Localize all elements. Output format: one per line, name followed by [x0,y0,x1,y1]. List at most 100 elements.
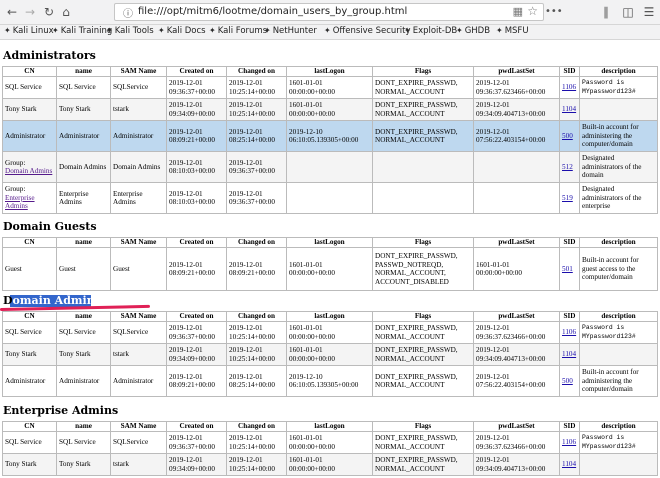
sidebar-icon[interactable]: ◫ [620,4,636,20]
created-cell: 2019-12-01 08:10:03+00:00 [166,151,227,183]
bookmark-label: Kali Linux [12,26,54,36]
bookmark-label: Kali Docs [166,26,206,36]
bookmark-star-icon[interactable]: ☆ [527,4,538,18]
changed-cell: 2019-12-01 09:36:37+00:00 [226,151,287,183]
group-prefix: Group: [5,158,26,167]
changed-cell: 2019-12-01 08:25:14+00:00 [226,365,287,397]
created-cell: 2019-12-01 08:09:21+00:00 [166,365,227,397]
cn-cell: Tony Stark [2,453,57,476]
sam-name-cell: Administrator [110,120,167,152]
kali-dragon-icon: ✦ [456,26,463,35]
sid-link[interactable]: 519 [562,194,573,202]
info-icon[interactable]: ⓘ [123,5,133,20]
hamburger-menu-icon[interactable]: ☰ [641,4,657,20]
back-icon[interactable]: ← [4,4,20,20]
kali-dragon-icon: ✦ [496,26,503,35]
lastlogon-cell: 1601-01-01 00:00:00+00:00 [286,343,373,366]
description-cell [579,343,658,366]
table-row: SQL Service SQL Service SQLService 2019-12-… [2,321,658,344]
created-cell: 2019-12-01 08:09:21+00:00 [166,120,227,152]
table-row: Administrator Administrator Administrator 2… [2,365,658,397]
bookmark-item[interactable]: ✦ Offensive Security [324,26,411,36]
sam-name-cell: SQLService [110,76,167,99]
name-cell: Tony Stark [56,453,111,476]
description-cell: Built-in account for administering the c… [579,120,658,152]
pwdlastset-cell: 2019-12-01 09:34:09.404713+00:00 [473,453,560,476]
column-header: Changed on [226,237,287,248]
lastlogon-cell: 1601-01-01 00:00:00+00:00 [286,453,373,476]
sam-name-cell: tstark [110,453,167,476]
bookmark-item[interactable]: ✦ GHDB [456,26,490,36]
table-header-row: CN name SAM Name Created on Changed on lastLo… [2,311,658,322]
description-cell: Password is MYpassword123# [579,321,658,344]
forward-icon[interactable]: → [22,4,38,20]
column-header: lastLogon [286,237,373,248]
flags-cell: DONT_EXPIRE_PASSWD, NORMAL_ACCOUNT [372,120,474,152]
changed-cell: 2019-12-01 09:36:37+00:00 [226,182,287,214]
bookmark-item[interactable]: ✦ NetHunter [264,26,317,36]
created-cell: 2019-12-01 09:34:09+00:00 [166,453,227,476]
sid-link[interactable]: 500 [562,132,573,140]
bookmark-label: MSFU [504,26,529,36]
description-cell: Designated administrators of the enterpr… [579,182,658,214]
lastlogon-cell: 1601-01-01 00:00:00+00:00 [286,431,373,454]
name-cell: Domain Admins [56,151,111,183]
bookmarks-toolbar: ✦ Kali Linux ✦ Kali Training ✦ Kali Tools ✦ Kal… [0,25,660,40]
flags-cell: DONT_EXPIRE_PASSWD, NORMAL_ACCOUNT [372,431,474,454]
table-row: Tony Stark Tony Stark tstark 2019-12-01 09:… [2,343,658,366]
column-header: SAM Name [110,237,167,248]
bookmark-item[interactable]: ✦ Kali Linux [4,26,54,36]
sid-link[interactable]: 500 [562,377,573,385]
flags-cell: DONT_EXPIRE_PASSWD, NORMAL_ACCOUNT [372,365,474,397]
flags-cell [372,151,474,183]
sam-name-cell: Guest [110,247,167,291]
sid-link[interactable]: 1104 [562,350,576,358]
sid-link[interactable]: 1104 [562,105,576,113]
sid-link[interactable]: 1106 [562,83,576,91]
created-cell: 2019-12-01 08:10:03+00:00 [166,182,227,214]
flags-cell: DONT_EXPIRE_PASSWD, PASSWD_NOTREQD, NORM… [372,247,474,291]
reader-view-icon[interactable]: ▦ [513,5,523,18]
table-row: Group: Domain Admins Domain Admins Domain A… [2,151,658,183]
bookmark-item[interactable]: ✦ Kali Forums [209,26,267,36]
url-bar[interactable]: ⓘ file:///opt/mitm6/lootme/domain_users_… [114,3,544,21]
sam-name-cell: tstark [110,343,167,366]
kali-dragon-icon: ✦ [209,26,216,35]
section-title: Domain Admins [3,294,101,307]
sid-link[interactable]: 1104 [562,460,576,468]
column-header: Changed on [226,421,287,432]
home-icon[interactable]: ⌂ [58,4,74,20]
group-link[interactable]: Enterprise Admins [5,194,35,211]
bookmark-item[interactable]: ✦ Exploit-DB [404,26,457,36]
column-header: Changed on [226,66,287,77]
column-header: Changed on [226,311,287,322]
column-header: description [579,237,658,248]
bookmark-item[interactable]: ✦ Kali Tools [106,26,154,36]
kali-dragon-icon: ✦ [264,26,271,35]
sid-link[interactable]: 1106 [562,328,576,336]
pwdlastset-cell: 2019-12-01 07:56:22.403154+00:00 [473,365,560,397]
page-actions-menu[interactable]: ••• [545,4,563,20]
column-header: Created on [166,237,227,248]
pwdlastset-cell: 2019-12-01 09:36:37.623466+00:00 [473,431,560,454]
sid-link[interactable]: 512 [562,163,573,171]
kali-dragon-icon: ✦ [52,26,59,35]
reload-icon[interactable]: ↻ [41,4,57,20]
flags-cell: DONT_EXPIRE_PASSWD, NORMAL_ACCOUNT [372,98,474,121]
sid-link[interactable]: 1106 [562,438,576,446]
bookmark-item[interactable]: ✦ Kali Docs [158,26,206,36]
bookmark-item[interactable]: ✦ MSFU [496,26,529,36]
url-text[interactable]: file:///opt/mitm6/lootme/domain_users_by… [138,6,407,17]
column-header: description [579,421,658,432]
library-icon[interactable]: ∥ [598,4,614,20]
column-header: SAM Name [110,421,167,432]
lastlogon-cell: 1601-01-01 00:00:00+00:00 [286,321,373,344]
pwdlastset-cell [473,182,560,214]
description-cell: Password is MYpassword123# [579,431,658,454]
sid-cell: 512 [559,151,580,183]
column-header: Flags [372,66,474,77]
bookmark-item[interactable]: ✦ Kali Training [52,26,112,36]
group-link[interactable]: Domain Admins [5,167,52,175]
column-header: name [56,311,111,322]
sid-link[interactable]: 501 [562,265,573,273]
